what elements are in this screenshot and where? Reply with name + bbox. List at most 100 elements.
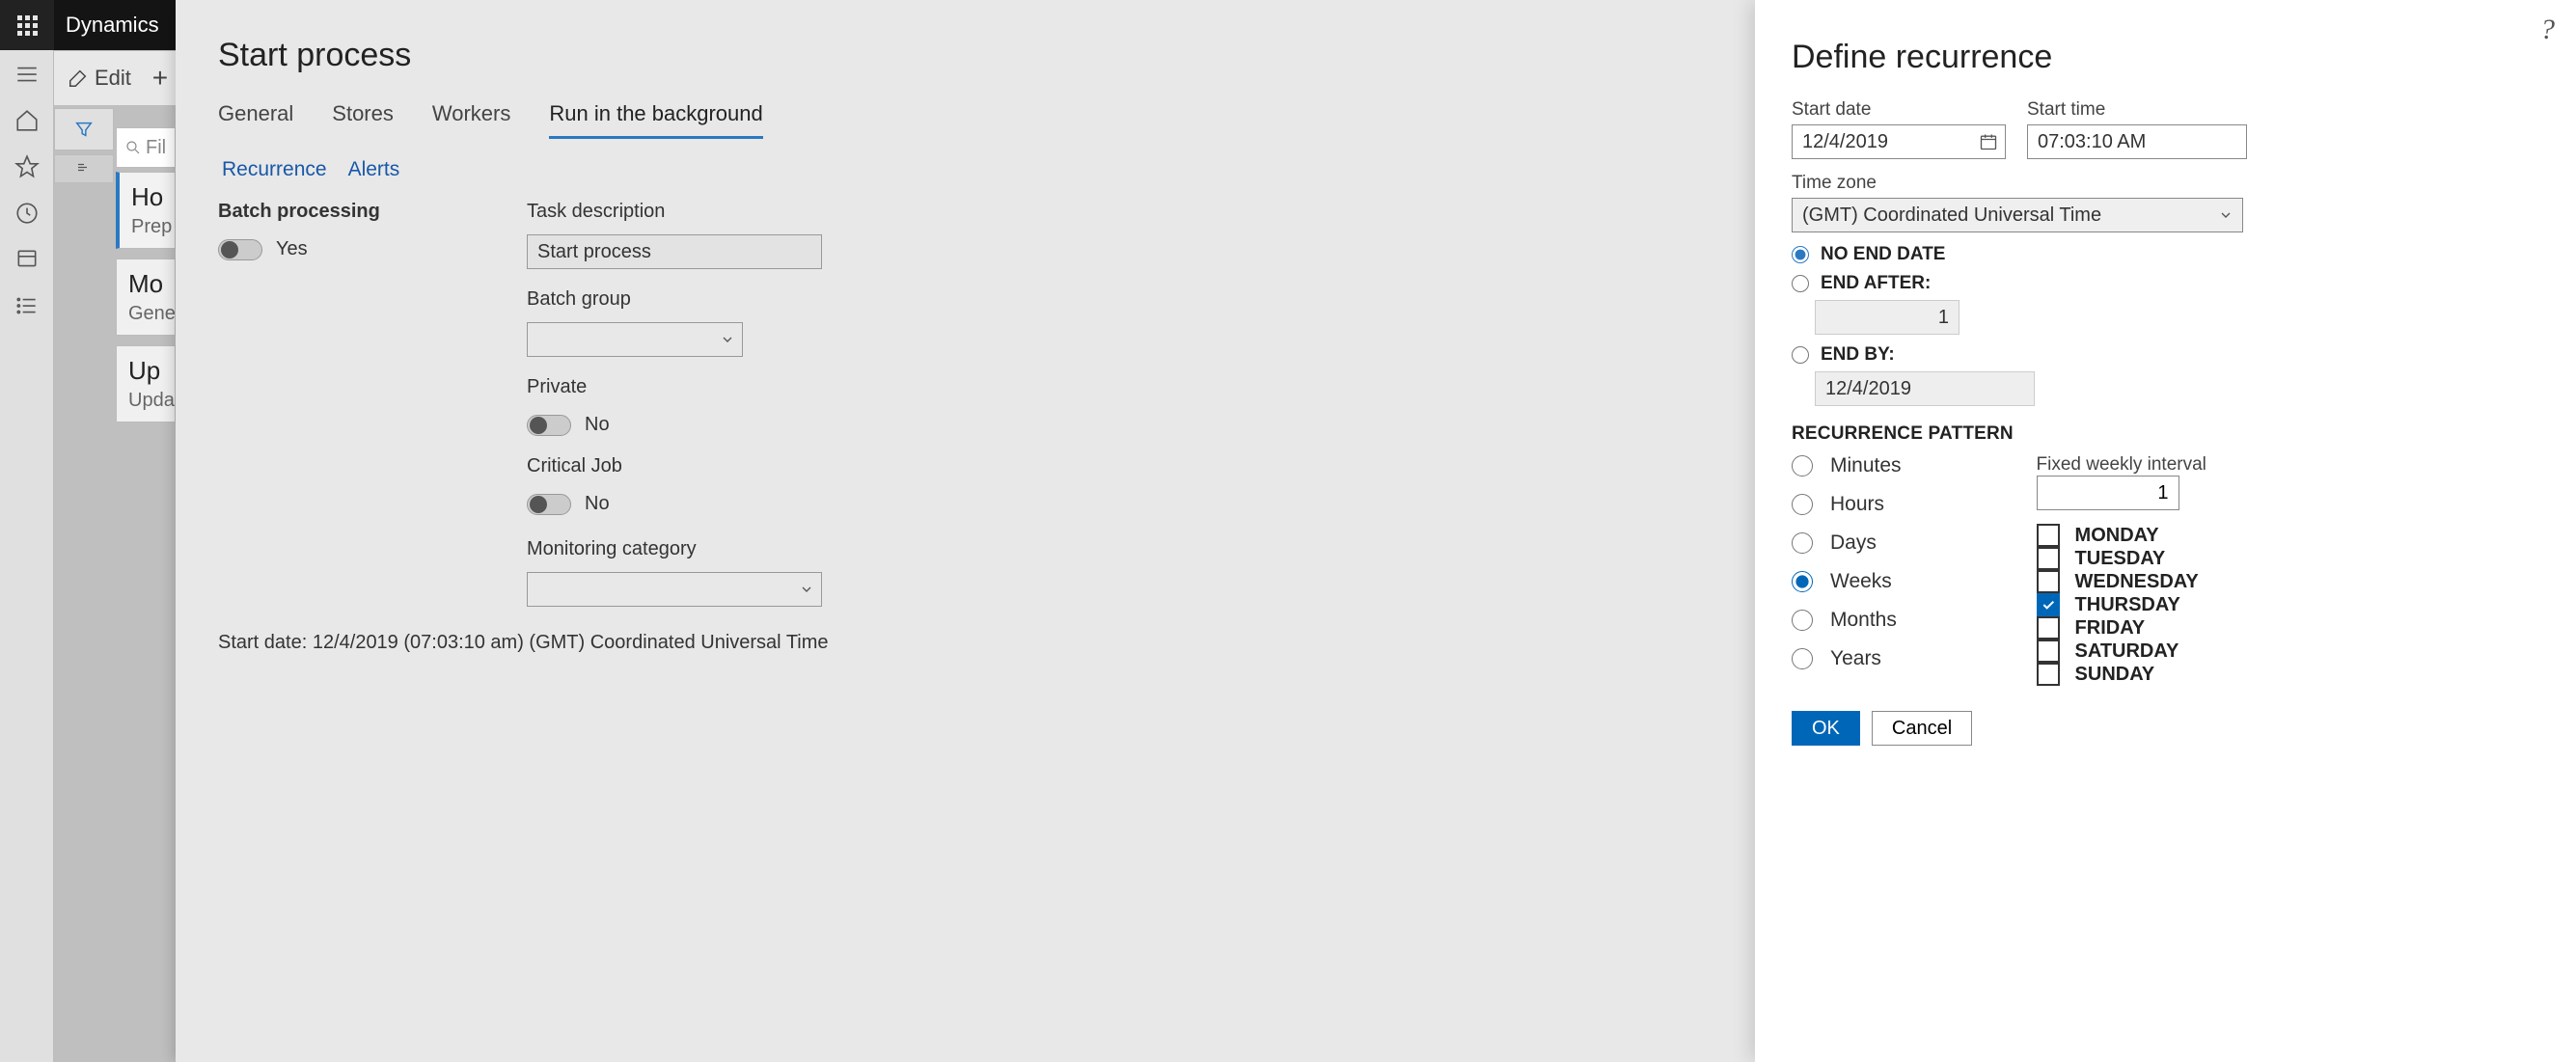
start-process-panel: Start process General Stores Workers Run… [176,0,1755,1062]
checkbox[interactable] [2037,616,2060,640]
record-card[interactable]: Ho Prep [116,172,176,249]
pattern-hours[interactable]: Hours [1792,493,1902,516]
batch-processing-toggle[interactable] [218,239,262,260]
pattern-days[interactable]: Days [1792,531,1902,555]
no-end-date-option[interactable]: NO END DATE [1792,244,2537,265]
day-label: WEDNESDAY [2075,571,2199,593]
start-date-input[interactable] [1792,124,2006,159]
new-button[interactable]: + [141,51,179,105]
batch-processing-state: Yes [276,238,308,260]
action-row: Edit + [54,51,179,105]
private-state: No [585,414,610,436]
module-icon[interactable] [14,247,40,272]
end-after-radio[interactable] [1792,275,1809,292]
pattern-options: Minutes Hours Days Weeks Months Years [1792,454,1902,686]
pattern-weeks[interactable]: Weeks [1792,570,1902,593]
end-by-label: END BY: [1821,344,1895,366]
day-wednesday[interactable]: WEDNESDAY [2037,570,2206,593]
clock-icon[interactable] [14,201,40,226]
recurrence-pattern-title: RECURRENCE PATTERN [1792,423,2537,445]
critical-toggle[interactable] [527,494,571,515]
day-thursday[interactable]: THURSDAY [2037,593,2206,616]
collapse-toggle[interactable] [54,154,114,183]
star-icon[interactable] [14,154,40,179]
day-label: MONDAY [2075,525,2159,547]
hamburger-icon[interactable] [14,62,40,87]
pattern-years[interactable]: Years [1792,647,1902,670]
day-label: THURSDAY [2075,594,2180,616]
checkbox[interactable] [2037,593,2060,616]
private-toggle[interactable] [527,415,571,436]
batch-group-select[interactable] [527,322,743,357]
start-date-label: Start date [1792,99,2006,121]
moncat-label: Monitoring category [527,538,822,560]
brand-label: Dynamics [54,0,177,50]
end-by-option[interactable]: END BY: [1792,344,2537,366]
card-sub: Prep [131,216,163,238]
batch-processing-label: Batch processing [218,201,430,223]
calendar-icon[interactable] [1979,132,1998,151]
pencil-icon [68,68,89,89]
checkbox[interactable] [2037,547,2060,570]
day-label: SUNDAY [2075,664,2155,686]
tab-workers[interactable]: Workers [432,101,511,139]
end-after-option[interactable]: END AFTER: [1792,273,2537,294]
day-saturday[interactable]: SATURDAY [2037,640,2206,663]
tabs: General Stores Workers Run in the backgr… [218,101,1713,139]
panel-title: Start process [218,37,1713,74]
no-end-date-radio[interactable] [1792,246,1809,263]
record-cards: Ho Prep Mo Gene Up Upda [116,172,176,422]
checkbox[interactable] [2037,570,2060,593]
moncat-select[interactable] [527,572,822,607]
tz-select[interactable]: (GMT) Coordinated Universal Time [1792,198,2243,232]
filter-input-box[interactable]: Fil [116,127,176,168]
card-title: Ho [131,182,163,212]
day-label: FRIDAY [2075,617,2146,640]
home-icon[interactable] [14,108,40,133]
funnel-icon [73,119,95,140]
subtab-recurrence[interactable]: Recurrence [222,158,327,181]
private-label: Private [527,376,822,398]
edit-button[interactable]: Edit [54,51,141,105]
subtabs: Recurrence Alerts [222,158,1713,181]
tz-label: Time zone [1792,173,2537,194]
filter-toggle[interactable] [54,108,114,150]
pattern-minutes[interactable]: Minutes [1792,454,1902,477]
day-monday[interactable]: MONDAY [2037,524,2206,547]
tab-run-background[interactable]: Run in the background [549,101,762,139]
card-sub: Upda [128,390,163,412]
task-desc-input[interactable] [527,234,822,269]
no-end-date-label: NO END DATE [1821,244,1945,265]
define-recurrence-panel: ? Define recurrence Start date Start tim… [1755,0,2576,1062]
end-by-radio[interactable] [1792,346,1809,364]
checkbox[interactable] [2037,640,2060,663]
tab-general[interactable]: General [218,101,293,139]
filter-placeholder: Fil [146,137,166,159]
batch-group-label: Batch group [527,288,822,311]
app-launcher[interactable] [0,0,54,50]
day-sunday[interactable]: SUNDAY [2037,663,2206,686]
end-by-input[interactable] [1815,371,2035,406]
subtab-alerts[interactable]: Alerts [348,158,400,181]
record-card[interactable]: Up Upda [116,345,176,422]
end-after-input[interactable] [1815,300,1959,335]
ok-button[interactable]: OK [1792,711,1860,746]
topbar: Dynamics [0,0,177,50]
record-card[interactable]: Mo Gene [116,259,176,336]
start-date-summary: Start date: 12/4/2019 (07:03:10 am) (GMT… [218,632,1713,654]
tab-stores[interactable]: Stores [332,101,394,139]
list-icon[interactable] [14,293,40,318]
checkbox[interactable] [2037,524,2060,547]
pattern-months[interactable]: Months [1792,609,1902,632]
day-friday[interactable]: FRIDAY [2037,616,2206,640]
cancel-button[interactable]: Cancel [1872,711,1972,746]
card-title: Up [128,356,163,386]
start-time-input[interactable] [2027,124,2247,159]
critical-label: Critical Job [527,455,822,477]
search-icon [124,139,142,156]
day-tuesday[interactable]: TUESDAY [2037,547,2206,570]
start-time-label: Start time [2027,99,2247,121]
fixed-interval-input[interactable] [2037,476,2179,510]
help-icon[interactable]: ? [2540,14,2555,46]
checkbox[interactable] [2037,663,2060,686]
